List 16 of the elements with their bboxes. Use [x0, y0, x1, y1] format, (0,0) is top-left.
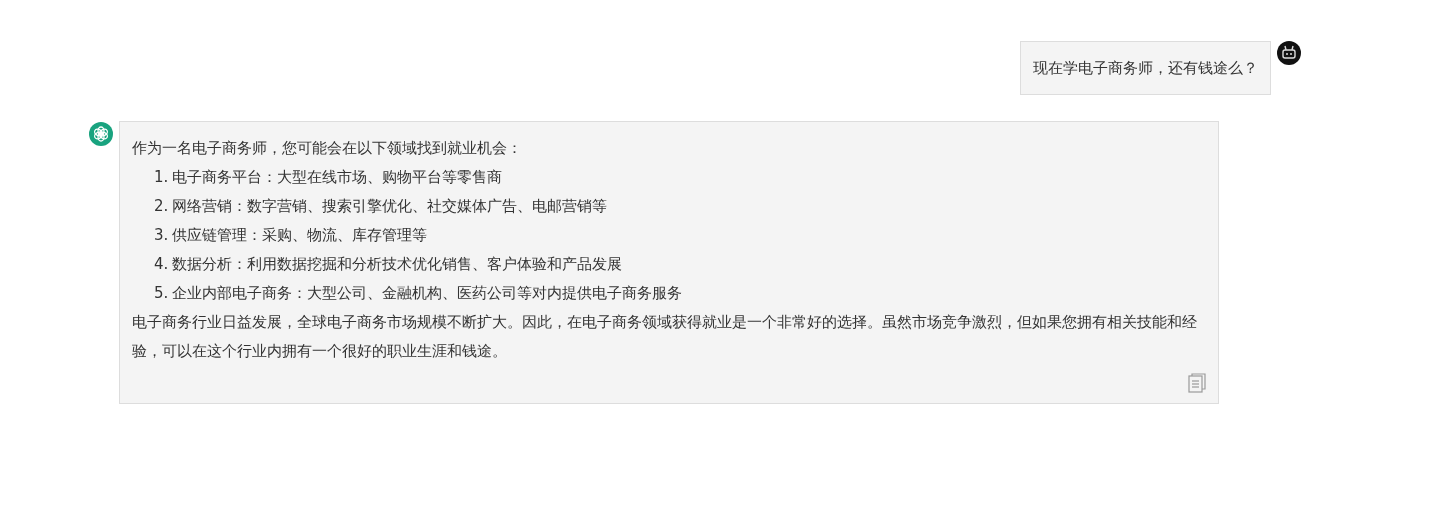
- list-item-text: 网络营销：数字营销、搜索引擎优化、社交媒体广告、电邮营销等: [172, 197, 608, 215]
- list-item-text: 供应链管理：采购、物流、库存管理等: [172, 226, 428, 244]
- assistant-logo-icon: [89, 122, 113, 146]
- copy-icon[interactable]: [1188, 373, 1206, 393]
- list-number: 2.: [154, 197, 169, 215]
- intro-text: 作为一名电子商务师，您可能会在以下领域找到就业机会：: [132, 138, 523, 159]
- user-message: 现在学电子商务师，还有钱途么？: [1020, 41, 1271, 95]
- robot-avatar-icon: [1277, 41, 1301, 65]
- list-number: 4.: [154, 255, 169, 273]
- list-item-text: 数据分析：利用数据挖掘和分析技术优化销售、客户体验和产品发展: [172, 255, 623, 273]
- list-number: 5.: [154, 284, 169, 302]
- conclusion-text: 电子商务行业日益发展，全球电子商务市场规模不断扩大。因此，在电子商务领域获得就业是一个非常好的选择。虽然市场竞争激烈，但如果您拥有相关技能和经验，可以在这个行业内拥有一个很好的职业生涯和钱途。: [132, 312, 1198, 362]
- list-number: 1.: [154, 168, 169, 186]
- list-number: 3.: [154, 226, 169, 244]
- list-item-text: 电子商务平台：大型在线市场、购物平台等零售商: [172, 168, 503, 186]
- list-item-text: 企业内部电子商务：大型公司、金融机构、医药公司等对内提供电子商务服务: [172, 284, 683, 302]
